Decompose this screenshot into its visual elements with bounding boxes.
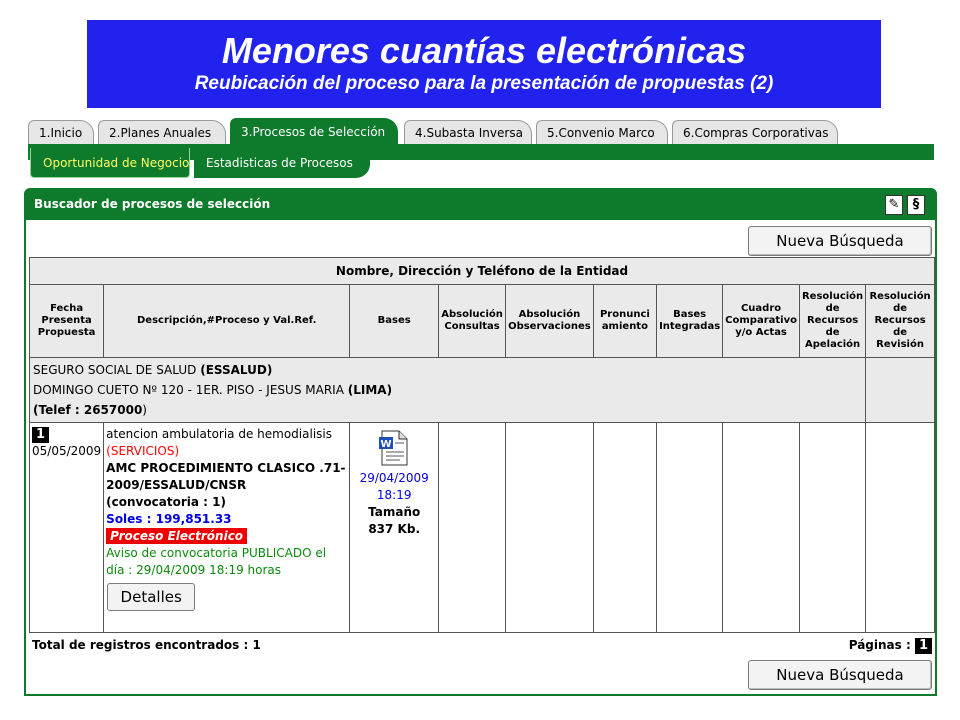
col-header-fecha: Fecha Presenta Propuesta: [28, 284, 105, 358]
process-convocatoria: (convocatoria : 1): [106, 495, 226, 509]
entity-address: DOMINGO CUETO Nº 120 - 1ER. PISO - JESUS…: [33, 383, 344, 397]
bases-date[interactable]: 29/04/2009: [352, 470, 436, 487]
electronic-process-badge: Proceso Electrónico: [106, 528, 248, 544]
row-date: 05/05/2009: [32, 444, 102, 458]
tab-planes-anuales[interactable]: 2.Planes Anuales: [98, 120, 226, 145]
subtab-oportunidad-de-negocio[interactable]: Oportunidad de Negocio: [30, 148, 190, 178]
entity-city: (LIMA): [347, 383, 393, 397]
table-row: 1 05/05/2009 atencion ambulatoria de hem…: [28, 422, 935, 633]
entity-name: SEGURO SOCIAL DE SALUD: [33, 363, 197, 377]
new-search-button-bottom[interactable]: Nueva Búsqueda: [748, 660, 932, 690]
main-tabs: 1.Inicio 2.Planes Anuales 3.Procesos de …: [28, 118, 934, 145]
pages-label: Páginas :: [848, 638, 911, 652]
col-header-cuadro-comparativo: Cuadro Comparativo y/o Actas: [722, 284, 800, 358]
bases-time[interactable]: 18:19: [352, 487, 436, 504]
cell-absolucion-observaciones: [505, 422, 594, 633]
cell-pronunciamiento: [592, 422, 658, 633]
col-header-pronunciamiento: Pronunci amiento: [592, 284, 658, 358]
file-size-label: Tamaño: [368, 505, 421, 519]
cell-bases: W 29/04/2009 18:19 Tamaño 837 Kb.: [349, 422, 440, 633]
tab-convenio-marco[interactable]: 5.Convenio Marco: [536, 120, 668, 145]
process-code: AMC PROCEDIMIENTO CLASICO .71-2009/ESSAL…: [106, 461, 346, 492]
tab-compras-corporativas[interactable]: 6.Compras Corporativas: [672, 120, 838, 145]
col-header-resolucion-revision: Resolución de Recursos de Revisión: [865, 284, 935, 358]
banner-title: Menores cuantías electrónicas: [221, 30, 747, 71]
cell-bases-integradas: [656, 422, 724, 633]
tab-procesos-de-seleccion[interactable]: 3.Procesos de Selección: [230, 118, 398, 145]
word-document-icon[interactable]: W: [378, 430, 410, 466]
link-icon[interactable]: §: [907, 195, 925, 215]
tab-inicio[interactable]: 1.Inicio: [28, 120, 94, 145]
new-search-button-top[interactable]: Nueva Búsqueda: [748, 226, 932, 256]
cell-resolucion-apelacion: [798, 422, 867, 633]
title-banner: Menores cuantías electrónicas Reubicació…: [87, 20, 881, 108]
cell-resolucion-revision: [865, 422, 935, 633]
entity-empty-cell: [865, 357, 935, 423]
svg-text:W: W: [381, 439, 392, 450]
search-panel: Buscador de procesos de selección ✎ § Nu…: [24, 188, 937, 696]
entity-name-abbrev: (ESSALUD): [200, 363, 273, 377]
edit-icon[interactable]: ✎: [885, 195, 903, 215]
banner-subtitle: Reubicación del proceso para la presenta…: [194, 73, 774, 94]
entity-info: SEGURO SOCIAL DE SALUD (ESSALUD) DOMINGO…: [28, 357, 867, 423]
cell-fecha: 1 05/05/2009: [28, 422, 105, 633]
col-header-resolucion-apelacion: Resolución de Recursos de Apelación: [798, 284, 867, 358]
col-header-bases-integradas: Bases Integradas: [656, 284, 724, 358]
entity-phone-close: ): [142, 403, 147, 417]
col-header-descripcion: Descripción,#Proceso y Val.Ref.: [103, 284, 351, 358]
panel-header: Buscador de procesos de selección ✎ §: [26, 190, 935, 220]
file-size-value: 837 Kb.: [368, 522, 421, 536]
subtab-estadisticas-de-procesos[interactable]: Estadisticas de Procesos: [194, 148, 370, 178]
col-header-absolucion-consultas: Absolución Consultas: [438, 284, 507, 358]
cell-absolucion-consultas: [438, 422, 507, 633]
process-amount: Soles : 199,851.33: [106, 512, 232, 526]
page-number[interactable]: 1: [914, 638, 932, 654]
entity-phone: 2657000: [83, 403, 143, 417]
col-header-bases: Bases: [349, 284, 440, 358]
publication-notice: Aviso de convocatoria PUBLICADO el día :…: [106, 546, 327, 577]
table-caption: Nombre, Dirección y Teléfono de la Entid…: [29, 257, 935, 285]
process-category: (SERVICIOS): [106, 444, 180, 458]
tab-subasta-inversa[interactable]: 4.Subasta Inversa: [404, 120, 532, 145]
entity-phone-label: (Telef :: [33, 403, 84, 417]
cell-cuadro-comparativo: [722, 422, 800, 633]
col-header-absolucion-observaciones: Absolución Observaciones: [505, 284, 594, 358]
results-table: Nombre, Dirección y Teléfono de la Entid…: [28, 257, 935, 633]
cell-descripcion: atencion ambulatoria de hemodialisis (SE…: [103, 422, 351, 633]
total-records: Total de registros encontrados : 1: [32, 638, 261, 652]
panel-title: Buscador de procesos de selección: [34, 197, 271, 211]
process-description: atencion ambulatoria de hemodialisis: [106, 427, 332, 441]
results-footer: Total de registros encontrados : 1 Págin…: [32, 638, 932, 654]
row-number: 1: [32, 427, 50, 443]
details-button[interactable]: Detalles: [107, 583, 196, 611]
